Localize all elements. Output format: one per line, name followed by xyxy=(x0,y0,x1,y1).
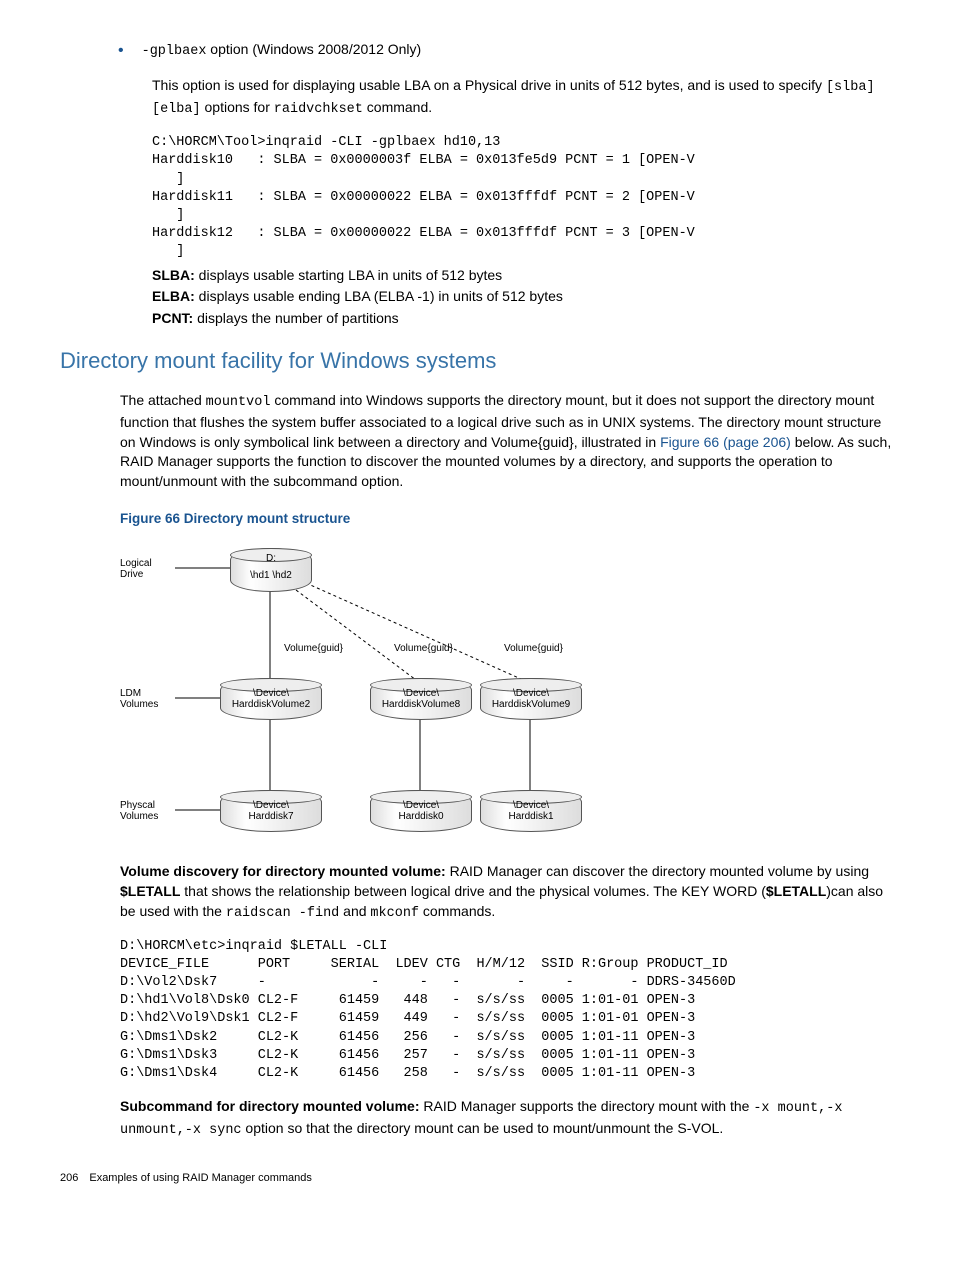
text: displays the number of partitions xyxy=(193,310,398,326)
text: D: xyxy=(231,553,311,564)
text: and xyxy=(339,903,370,919)
text: that shows the relationship between logi… xyxy=(180,883,765,899)
label-volguid-1: Volume{guid} xyxy=(284,643,343,654)
definition-slba: SLBA: displays usable starting LBA in un… xyxy=(152,266,894,286)
section-paragraph: The attached mountvol command into Windo… xyxy=(120,391,894,491)
bullet-item: • -gplbaex option (Windows 2008/2012 Onl… xyxy=(118,40,894,62)
text: RAID Manager supports the directory moun… xyxy=(419,1098,753,1114)
text: \hd1 \hd2 xyxy=(231,570,311,581)
code: mountvol xyxy=(206,395,271,410)
text: This option is used for displaying usabl… xyxy=(152,77,826,93)
keyword: $LETALL xyxy=(766,883,826,899)
option-suffix: option (Windows 2008/2012 Only) xyxy=(206,41,421,57)
text: displays usable starting LBA in units of… xyxy=(195,267,502,283)
text: \Device\ Harddisk0 xyxy=(371,800,471,822)
definition-elba: ELBA: displays usable ending LBA (ELBA -… xyxy=(152,287,894,307)
code-block-letall: D:\HORCM\etc>inqraid $LETALL -CLI DEVICE… xyxy=(120,938,894,1084)
label: Volume discovery for directory mounted v… xyxy=(120,863,446,879)
cylinder-hdv9: \Device\ HarddiskVolume9 xyxy=(480,678,582,720)
cylinder-hd1: \Device\ Harddisk1 xyxy=(480,790,582,832)
volume-discovery-paragraph: Volume discovery for directory mounted v… xyxy=(120,862,894,923)
figure-caption: Figure 66 Directory mount structure xyxy=(120,510,894,529)
text: commands. xyxy=(419,903,495,919)
option-code: -gplbaex xyxy=(142,44,207,59)
page-footer: 206 Examples of using RAID Manager comma… xyxy=(60,1171,894,1186)
label: PCNT: xyxy=(152,310,193,326)
text: displays usable ending LBA (ELBA -1) in … xyxy=(195,288,563,304)
text: \Device\ HarddiskVolume9 xyxy=(481,688,581,710)
bullet-dot: • xyxy=(118,40,124,62)
code-block-gplbaex: C:\HORCM\Tool>inqraid -CLI -gplbaex hd10… xyxy=(152,134,894,262)
cylinder-hdv2: \Device\ HarddiskVolume2 xyxy=(220,678,322,720)
code: raidscan -find xyxy=(226,906,339,921)
figure-diagram: Logical Drive D: \hd1 \hd2 Volume{guid} … xyxy=(120,538,620,848)
text: The attached xyxy=(120,392,206,408)
cylinder-hd7: \Device\ Harddisk7 xyxy=(220,790,322,832)
label: ELBA: xyxy=(152,288,195,304)
label-physical-volumes: Physcal Volumes xyxy=(120,800,158,822)
text: RAID Manager can discover the directory … xyxy=(446,863,869,879)
text: options for xyxy=(201,99,274,115)
text: option so that the directory mount can b… xyxy=(242,1120,724,1136)
text: \Device\ Harddisk1 xyxy=(481,800,581,822)
label: Subcommand for directory mounted volume: xyxy=(120,1098,419,1114)
code: raidvchkset xyxy=(274,102,363,117)
text: \Device\ HarddiskVolume8 xyxy=(371,688,471,710)
code: mkconf xyxy=(370,906,419,921)
option-description: This option is used for displaying usabl… xyxy=(152,76,894,120)
cylinder-hdv8: \Device\ HarddiskVolume8 xyxy=(370,678,472,720)
text: \Device\ HarddiskVolume2 xyxy=(221,688,321,710)
label-logical-drive: Logical Drive xyxy=(120,558,152,580)
definition-pcnt: PCNT: displays the number of partitions xyxy=(152,309,894,329)
subcommand-paragraph: Subcommand for directory mounted volume:… xyxy=(120,1097,894,1141)
keyword: $LETALL xyxy=(120,883,180,899)
label-volguid-2: Volume{guid} xyxy=(394,643,453,654)
section-heading: Directory mount facility for Windows sys… xyxy=(60,346,894,377)
label-ldm-volumes: LDM Volumes xyxy=(120,688,158,710)
cylinder-d-drive: D: \hd1 \hd2 xyxy=(230,548,312,592)
cylinder-hd0: \Device\ Harddisk0 xyxy=(370,790,472,832)
text: \Device\ Harddisk7 xyxy=(221,800,321,822)
label-volguid-3: Volume{guid} xyxy=(504,643,563,654)
label: SLBA: xyxy=(152,267,195,283)
figure-link[interactable]: Figure 66 (page 206) xyxy=(660,434,791,450)
text: command. xyxy=(363,99,432,115)
